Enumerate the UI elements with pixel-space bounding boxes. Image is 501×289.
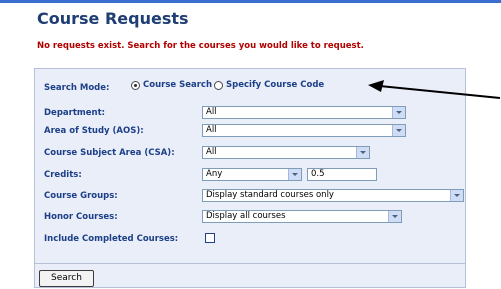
search-button[interactable]: Search <box>39 270 94 287</box>
top-accent-line <box>0 0 501 3</box>
search-mode-radio-group: Course Search Specify Course Code <box>131 80 326 90</box>
chevron-down-icon <box>450 190 463 201</box>
course-groups-label: Course Groups: <box>44 191 118 201</box>
department-select[interactable]: All <box>202 106 406 119</box>
course-search-radio-label[interactable]: Course Search <box>143 80 212 90</box>
aos-label: Area of Study (AOS): <box>44 126 144 136</box>
chevron-down-icon <box>388 211 401 222</box>
status-message: No requests exist. Search for the course… <box>37 41 364 51</box>
honor-courses-label: Honor Courses: <box>44 212 118 222</box>
credits-label: Credits: <box>44 170 82 180</box>
credits-operator-select[interactable]: Any <box>202 168 302 181</box>
csa-select[interactable]: All <box>202 146 370 159</box>
course-search-radio[interactable] <box>131 80 140 90</box>
chevron-down-icon <box>356 147 369 158</box>
credits-operator-value: Any <box>206 169 223 179</box>
aos-select-value: All <box>206 125 217 135</box>
chevron-down-icon <box>392 125 405 136</box>
chevron-down-icon <box>288 169 301 180</box>
csa-label: Course Subject Area (CSA): <box>44 148 175 158</box>
include-completed-label: Include Completed Courses: <box>44 234 179 244</box>
search-mode-label: Search Mode: <box>44 83 110 93</box>
department-select-value: All <box>206 107 217 117</box>
honor-courses-value: Display all courses <box>206 211 286 221</box>
course-groups-value: Display standard courses only <box>206 190 334 200</box>
aos-select[interactable]: All <box>202 124 406 137</box>
csa-select-value: All <box>206 147 217 157</box>
department-label: Department: <box>44 108 106 118</box>
page-title: Course Requests <box>37 9 189 28</box>
honor-courses-select[interactable]: Display all courses <box>202 210 402 223</box>
credits-input[interactable]: 0.5 <box>307 168 377 181</box>
form-divider <box>35 263 465 264</box>
annotation-arrow-icon <box>368 80 501 99</box>
include-completed-checkbox[interactable] <box>205 233 215 243</box>
course-groups-select[interactable]: Display standard courses only <box>202 189 464 202</box>
specify-course-code-radio-label[interactable]: Specify Course Code <box>226 80 324 90</box>
chevron-down-icon <box>392 107 405 118</box>
specify-course-code-radio[interactable] <box>214 80 224 90</box>
